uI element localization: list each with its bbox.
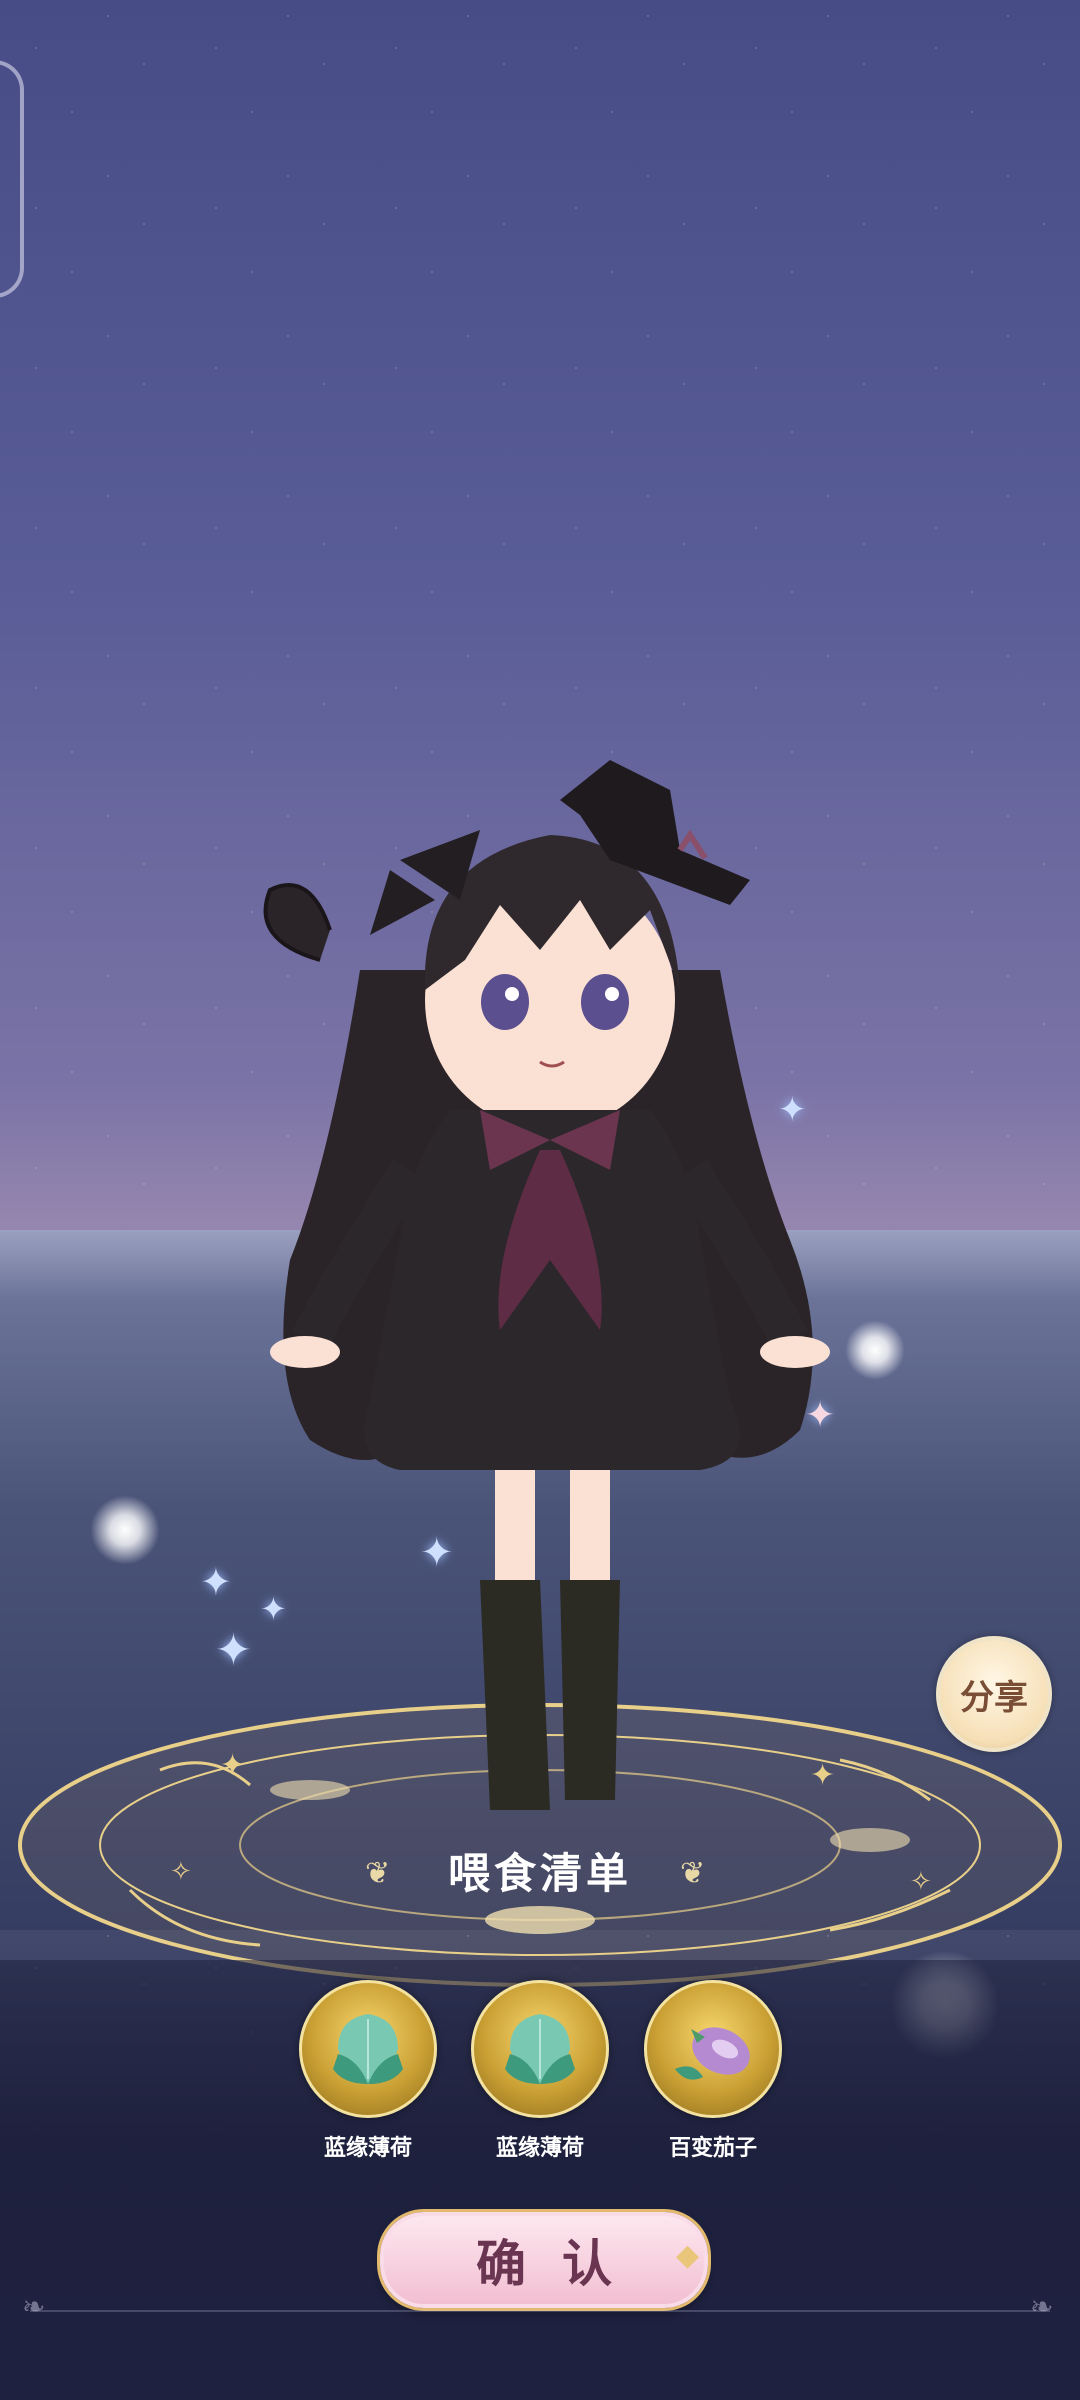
food-item-mint-2[interactable]: 蓝缘薄荷 <box>470 1980 610 2162</box>
confirm-button[interactable]: 确认 <box>380 2212 708 2308</box>
feeding-list-title: 喂食清单 <box>447 1849 632 1898</box>
corner-ornament-icon: ❧ <box>22 2290 46 2323</box>
eggplant-icon <box>644 1980 782 2118</box>
svg-text:✦: ✦ <box>220 1748 245 1783</box>
food-name: 蓝缘薄荷 <box>323 2136 412 2161</box>
corner-ornament-icon: ❧ <box>1030 2290 1054 2323</box>
mint-leaf-icon <box>299 1980 437 2118</box>
food-name: 百变茄子 <box>668 2136 757 2161</box>
sparkle-icon: ✦ <box>215 1625 252 1676</box>
food-item-eggplant[interactable]: 百变茄子 <box>643 1980 783 2162</box>
panel-divider <box>30 2310 1050 2312</box>
food-name: 蓝缘薄荷 <box>495 2136 584 2161</box>
mint-leaf-icon <box>471 1980 609 2118</box>
food-list: 蓝缘薄荷 蓝缘薄荷 百变茄子 <box>0 1980 1080 2180</box>
sparkle-icon: ✦ <box>200 1560 232 1604</box>
character-girl[interactable] <box>250 740 850 1860</box>
confirm-label: 确认 <box>476 2234 648 2293</box>
light-orb <box>845 1320 905 1380</box>
title-right-ornament-icon: ❦ <box>680 1856 706 1891</box>
share-button[interactable]: 分享 <box>936 1636 1052 1752</box>
light-orb <box>90 1495 160 1565</box>
side-drawer-handle[interactable] <box>0 60 24 298</box>
confirm-right-diamond-icon: ◆ <box>676 2238 700 2273</box>
food-item-mint-1[interactable]: 蓝缘薄荷 <box>298 1980 438 2162</box>
share-label: 分享 <box>960 1677 1028 1718</box>
